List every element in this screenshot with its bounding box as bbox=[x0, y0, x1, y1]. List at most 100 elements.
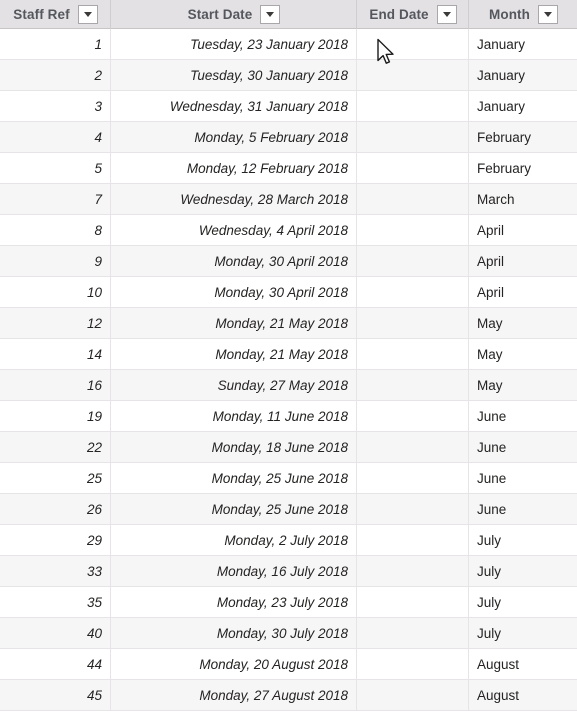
cell-staff-ref[interactable]: 10 bbox=[0, 277, 110, 307]
cell-end-date[interactable] bbox=[356, 153, 468, 183]
cell-start-date[interactable]: Monday, 23 July 2018 bbox=[110, 587, 356, 617]
cell-end-date[interactable] bbox=[356, 215, 468, 245]
table-row[interactable]: 45 Monday, 27 August 2018 August bbox=[0, 680, 577, 711]
table-row[interactable]: 40 Monday, 30 July 2018 July bbox=[0, 618, 577, 649]
cell-end-date[interactable] bbox=[356, 618, 468, 648]
cell-month[interactable]: January bbox=[468, 91, 577, 121]
cell-start-date[interactable]: Wednesday, 31 January 2018 bbox=[110, 91, 356, 121]
cell-month[interactable]: April bbox=[468, 246, 577, 276]
table-row[interactable]: 22 Monday, 18 June 2018 June bbox=[0, 432, 577, 463]
cell-end-date[interactable] bbox=[356, 339, 468, 369]
cell-start-date[interactable]: Monday, 25 June 2018 bbox=[110, 494, 356, 524]
cell-end-date[interactable] bbox=[356, 494, 468, 524]
column-header-staff-ref[interactable]: Staff Ref bbox=[0, 0, 110, 29]
cell-staff-ref[interactable]: 14 bbox=[0, 339, 110, 369]
cell-end-date[interactable] bbox=[356, 184, 468, 214]
cell-start-date[interactable]: Wednesday, 4 April 2018 bbox=[110, 215, 356, 245]
cell-start-date[interactable]: Wednesday, 28 March 2018 bbox=[110, 184, 356, 214]
cell-start-date[interactable]: Monday, 30 April 2018 bbox=[110, 246, 356, 276]
cell-end-date[interactable] bbox=[356, 277, 468, 307]
cell-month[interactable]: May bbox=[468, 370, 577, 400]
cell-end-date[interactable] bbox=[356, 525, 468, 555]
cell-month[interactable]: April bbox=[468, 277, 577, 307]
filter-dropdown-staff-ref[interactable] bbox=[77, 5, 98, 24]
table-row[interactable]: 33 Monday, 16 July 2018 July bbox=[0, 556, 577, 587]
cell-staff-ref[interactable]: 9 bbox=[0, 246, 110, 276]
cell-start-date[interactable]: Monday, 21 May 2018 bbox=[110, 308, 356, 338]
cell-staff-ref[interactable]: 25 bbox=[0, 463, 110, 493]
table-row[interactable]: 3 Wednesday, 31 January 2018 January bbox=[0, 91, 577, 122]
cell-month[interactable]: July bbox=[468, 556, 577, 586]
cell-start-date[interactable]: Tuesday, 23 January 2018 bbox=[110, 29, 356, 59]
cell-month[interactable]: June bbox=[468, 463, 577, 493]
cell-staff-ref[interactable]: 26 bbox=[0, 494, 110, 524]
table-row[interactable]: 25 Monday, 25 June 2018 June bbox=[0, 463, 577, 494]
cell-end-date[interactable] bbox=[356, 91, 468, 121]
table-row[interactable]: 9 Monday, 30 April 2018 April bbox=[0, 246, 577, 277]
cell-start-date[interactable]: Monday, 20 August 2018 bbox=[110, 649, 356, 679]
cell-staff-ref[interactable]: 4 bbox=[0, 122, 110, 152]
table-row[interactable]: 12 Monday, 21 May 2018 May bbox=[0, 308, 577, 339]
filter-dropdown-end-date[interactable] bbox=[436, 5, 457, 24]
cell-month[interactable]: July bbox=[468, 618, 577, 648]
cell-month[interactable]: June bbox=[468, 432, 577, 462]
cell-month[interactable]: August bbox=[468, 649, 577, 679]
column-header-start-date[interactable]: Start Date bbox=[110, 0, 356, 29]
cell-end-date[interactable] bbox=[356, 587, 468, 617]
cell-staff-ref[interactable]: 40 bbox=[0, 618, 110, 648]
table-row[interactable]: 16 Sunday, 27 May 2018 May bbox=[0, 370, 577, 401]
cell-end-date[interactable] bbox=[356, 401, 468, 431]
table-row[interactable]: 1 Tuesday, 23 January 2018 January bbox=[0, 29, 577, 60]
cell-month[interactable]: July bbox=[468, 525, 577, 555]
cell-staff-ref[interactable]: 22 bbox=[0, 432, 110, 462]
column-header-end-date[interactable]: End Date bbox=[356, 0, 468, 29]
cell-staff-ref[interactable]: 12 bbox=[0, 308, 110, 338]
cell-staff-ref[interactable]: 1 bbox=[0, 29, 110, 59]
cell-start-date[interactable]: Monday, 18 June 2018 bbox=[110, 432, 356, 462]
cell-start-date[interactable]: Monday, 12 February 2018 bbox=[110, 153, 356, 183]
cell-month[interactable]: February bbox=[468, 122, 577, 152]
cell-end-date[interactable] bbox=[356, 246, 468, 276]
cell-staff-ref[interactable]: 29 bbox=[0, 525, 110, 555]
cell-staff-ref[interactable]: 8 bbox=[0, 215, 110, 245]
cell-end-date[interactable] bbox=[356, 556, 468, 586]
table-row[interactable]: 10 Monday, 30 April 2018 April bbox=[0, 277, 577, 308]
cell-month[interactable]: January bbox=[468, 60, 577, 90]
cell-staff-ref[interactable]: 5 bbox=[0, 153, 110, 183]
table-row[interactable]: 19 Monday, 11 June 2018 June bbox=[0, 401, 577, 432]
table-row[interactable]: 35 Monday, 23 July 2018 July bbox=[0, 587, 577, 618]
cell-month[interactable]: July bbox=[468, 587, 577, 617]
cell-month[interactable]: August bbox=[468, 680, 577, 710]
cell-end-date[interactable] bbox=[356, 370, 468, 400]
cell-start-date[interactable]: Monday, 2 July 2018 bbox=[110, 525, 356, 555]
cell-start-date[interactable]: Monday, 21 May 2018 bbox=[110, 339, 356, 369]
table-row[interactable]: 8 Wednesday, 4 April 2018 April bbox=[0, 215, 577, 246]
cell-staff-ref[interactable]: 16 bbox=[0, 370, 110, 400]
cell-staff-ref[interactable]: 3 bbox=[0, 91, 110, 121]
cell-staff-ref[interactable]: 7 bbox=[0, 184, 110, 214]
table-row[interactable]: 14 Monday, 21 May 2018 May bbox=[0, 339, 577, 370]
table-row[interactable]: 2 Tuesday, 30 January 2018 January bbox=[0, 60, 577, 91]
cell-staff-ref[interactable]: 35 bbox=[0, 587, 110, 617]
cell-month[interactable]: June bbox=[468, 401, 577, 431]
cell-start-date[interactable]: Monday, 30 April 2018 bbox=[110, 277, 356, 307]
cell-start-date[interactable]: Sunday, 27 May 2018 bbox=[110, 370, 356, 400]
cell-start-date[interactable]: Monday, 5 February 2018 bbox=[110, 122, 356, 152]
cell-month[interactable]: April bbox=[468, 215, 577, 245]
cell-end-date[interactable] bbox=[356, 308, 468, 338]
cell-staff-ref[interactable]: 33 bbox=[0, 556, 110, 586]
cell-start-date[interactable]: Monday, 25 June 2018 bbox=[110, 463, 356, 493]
cell-end-date[interactable] bbox=[356, 649, 468, 679]
cell-start-date[interactable]: Tuesday, 30 January 2018 bbox=[110, 60, 356, 90]
cell-month[interactable]: May bbox=[468, 308, 577, 338]
cell-month[interactable]: March bbox=[468, 184, 577, 214]
table-row[interactable]: 4 Monday, 5 February 2018 February bbox=[0, 122, 577, 153]
cell-end-date[interactable] bbox=[356, 680, 468, 710]
cell-end-date[interactable] bbox=[356, 60, 468, 90]
table-row[interactable]: 5 Monday, 12 February 2018 February bbox=[0, 153, 577, 184]
cell-end-date[interactable] bbox=[356, 432, 468, 462]
filter-dropdown-month[interactable] bbox=[537, 5, 558, 24]
table-row[interactable]: 7 Wednesday, 28 March 2018 March bbox=[0, 184, 577, 215]
cell-end-date[interactable] bbox=[356, 463, 468, 493]
cell-start-date[interactable]: Monday, 30 July 2018 bbox=[110, 618, 356, 648]
